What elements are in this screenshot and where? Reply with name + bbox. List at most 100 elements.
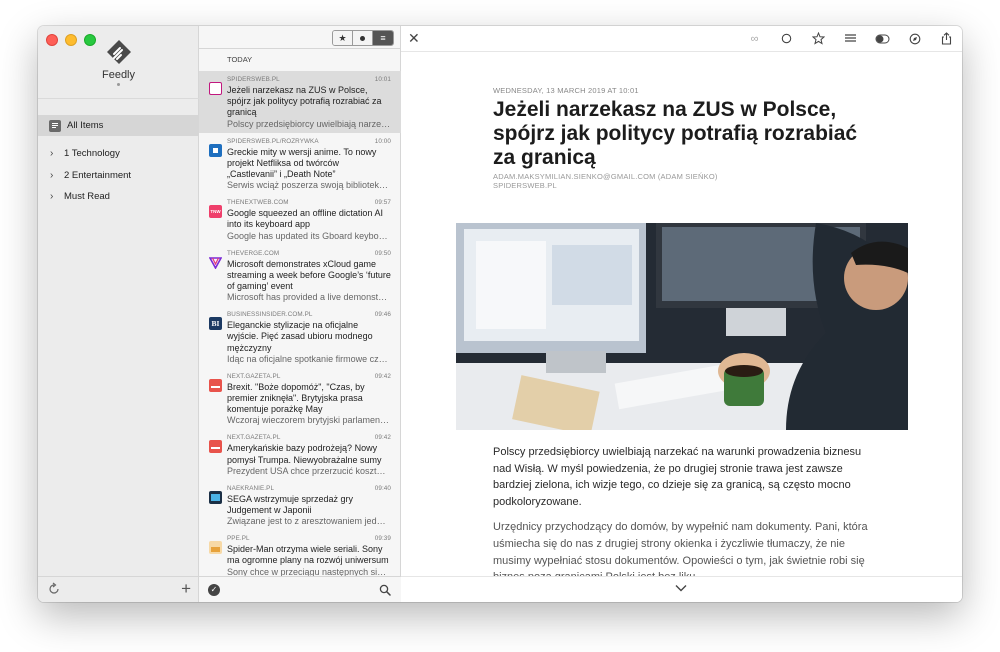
section-header: TODAY xyxy=(227,55,253,64)
article-source: NEXT.GAZETA.PL xyxy=(227,372,281,380)
add-feed-icon[interactable]: + xyxy=(181,580,191,597)
article-item[interactable]: NEXT.GAZETA.PL 09:42 Brexit. "Boże dopomó… xyxy=(199,368,401,430)
article-source: BUSINESSINSIDER.COM.PL xyxy=(227,311,313,319)
list-footer: ✓ xyxy=(199,576,401,602)
article-list-pane: ★ ≡ TODAY SPIDERSWEB.PL 10:01 Jeżeli narz… xyxy=(199,26,401,602)
article-time: 09:39 xyxy=(374,535,391,543)
reader-pane: ✕ ∞ WEDNESDAY, 13 MARCH 2019 AT 10:01 Je… xyxy=(401,26,962,602)
app-window: Feedly All Items › 1 Technology › 2 Ente… xyxy=(38,26,962,602)
ppe-source-icon xyxy=(209,541,222,555)
sidebar-item-must-read[interactable]: › Must Read xyxy=(38,186,199,207)
article-author[interactable]: ADAM.MAKSYMILIAN.SIENKO@GMAIL.COM (ADAM … xyxy=(493,172,718,181)
reader-footer xyxy=(401,576,962,602)
all-filter-button[interactable]: ≡ xyxy=(373,31,393,45)
thenextweb-source-icon: TNW xyxy=(209,205,222,219)
article-snippet: Google has updated its Gboard keybo… xyxy=(227,230,388,241)
chevron-right-icon[interactable]: › xyxy=(50,191,58,202)
article-list: SPIDERSWEB.PL 10:01 Jeżeli narzekasz na Z… xyxy=(199,71,401,581)
article-source: THEVERGE.COM xyxy=(227,249,280,257)
circle-icon[interactable] xyxy=(777,30,796,47)
divider xyxy=(401,51,962,52)
dot-icon xyxy=(360,35,365,41)
article-date: WEDNESDAY, 13 MARCH 2019 AT 10:01 xyxy=(493,86,639,95)
chevron-down-icon[interactable] xyxy=(675,583,687,593)
sidebar-item-label: 2 Entertainment xyxy=(64,170,132,181)
article-title: SEGA wstrzymuje sprzedaż gry Judgement w… xyxy=(227,493,354,516)
sidebar-item-all-items[interactable]: All Items xyxy=(38,115,199,136)
article-time: 09:40 xyxy=(374,484,391,492)
article-item[interactable]: SPIDERSWEB.PL 10:01 Jeżeli narzekasz na Z… xyxy=(199,71,401,133)
star-icon[interactable] xyxy=(809,30,828,47)
article-item[interactable]: NAEKRANIE.PL 09:40 SEGA wstrzymuje sprzed… xyxy=(199,480,401,530)
article-title: Spider-Man otrzyma wiele seriali. Sony m… xyxy=(227,544,389,566)
sidebar-item-label: Must Read xyxy=(64,191,110,202)
article-source: NAEKRANIE.PL xyxy=(227,484,275,492)
article-title: Jeżeli narzekasz na ZUS w Polsce, spójrz… xyxy=(227,85,382,118)
article-time: 09:46 xyxy=(374,311,391,319)
article-snippet: Serwis wciąż poszerza swoją bibliotek… xyxy=(227,180,389,191)
article-snippet: Polscy przedsiębiorcy uwielbiają narzeka… xyxy=(227,118,391,129)
star-filter-button[interactable]: ★ xyxy=(333,31,353,45)
article-hero-image xyxy=(456,223,908,430)
article-snippet: Wczoraj wieczorem brytyjski parlamen… xyxy=(227,415,390,426)
sidebar-item-label: 1 Technology xyxy=(64,148,120,159)
list-icon[interactable] xyxy=(841,30,860,47)
app-name: Feedly xyxy=(101,69,136,81)
status-dot xyxy=(117,83,120,86)
article-title: Amerykańskie bazy podrożeją? Nowy pomysł… xyxy=(227,443,382,465)
article-snippet: Prezydent USA chce przerzucić koszt… xyxy=(227,465,386,476)
sidebar-item-label: All Items xyxy=(67,120,104,131)
article-source: PPE.PL xyxy=(227,535,250,543)
article-item[interactable]: TNW THENEXTWEB.COM 09:57 Google squeezed … xyxy=(199,194,401,244)
toggle-icon[interactable] xyxy=(873,30,892,47)
article-item[interactable]: BI BUSINESSINSIDER.COM.PL 09:46 Elegancki… xyxy=(199,306,401,368)
gazeta-source-icon xyxy=(209,440,222,454)
article-time: 09:42 xyxy=(374,372,391,380)
article-title: Greckie mity w wersji anime. To nowy pro… xyxy=(227,146,377,180)
reader-toolbar: ∞ xyxy=(745,30,956,47)
sidebar-item-technology[interactable]: › 1 Technology xyxy=(38,143,199,164)
sidebar: Feedly All Items › 1 Technology › 2 Ente… xyxy=(38,26,199,602)
chevron-right-icon[interactable]: › xyxy=(50,148,58,159)
article-time: 10:00 xyxy=(374,137,391,145)
sidebar-footer: + xyxy=(38,576,199,602)
refresh-icon[interactable] xyxy=(47,582,61,596)
article-snippet: Związane jest to z aresztowaniem jed… xyxy=(227,516,386,527)
article-item[interactable]: NEXT.GAZETA.PL 09:42 Amerykańskie bazy po… xyxy=(199,429,401,479)
article-time: 09:42 xyxy=(374,434,391,442)
article-heading: Jeżeli narzekasz na ZUS w Polsce, spójrz… xyxy=(493,98,858,169)
article-snippet: Microsoft has provided a live demonst… xyxy=(227,292,388,303)
unread-filter-button[interactable] xyxy=(353,31,373,45)
brand: Feedly xyxy=(38,38,199,86)
compass-icon[interactable] xyxy=(905,30,924,47)
feedly-logo-icon xyxy=(106,40,131,64)
sidebar-item-entertainment[interactable]: › 2 Entertainment xyxy=(38,165,199,186)
businessinsider-source-icon: BI xyxy=(209,317,222,331)
search-icon[interactable] xyxy=(379,584,391,596)
article-paragraph: Polscy przedsiębiorcy uwielbiają narzeka… xyxy=(493,446,862,508)
share-icon[interactable] xyxy=(937,30,956,47)
article-title: Eleganckie stylizacje na oficjalne wyjśc… xyxy=(227,320,373,353)
article-item[interactable]: SPIDERSWEB.PL/ROZRYWKA 10:00 Greckie mity… xyxy=(199,133,401,195)
article-time: 10:01 xyxy=(374,76,391,83)
divider xyxy=(199,48,401,49)
article-site[interactable]: SPIDERSWEB.PL xyxy=(493,181,557,190)
article-source: NEXT.GAZETA.PL xyxy=(227,434,281,442)
article-snippet: Idąc na oficjalne spotkanie firmowe cz… xyxy=(227,353,388,364)
article-time: 09:57 xyxy=(374,199,391,207)
article-source: SPIDERSWEB.PL xyxy=(227,76,280,83)
chevron-right-icon[interactable]: › xyxy=(50,170,58,181)
link-icon[interactable]: ∞ xyxy=(745,30,764,47)
article-title: Brexit. "Boże dopomóż", "Czas, by premie… xyxy=(227,381,365,415)
close-article-icon[interactable]: ✕ xyxy=(408,31,420,45)
article-body: Polscy przedsiębiorcy uwielbiają narzeka… xyxy=(493,444,878,595)
gazeta-source-icon xyxy=(209,378,222,392)
article-source: SPIDERSWEB.PL/ROZRYWKA xyxy=(227,137,319,145)
article-item[interactable]: PPE.PL 09:39 Spider-Man otrzyma wiele ser… xyxy=(199,530,401,580)
article-time: 09:50 xyxy=(374,249,391,257)
article-item[interactable]: THEVERGE.COM 09:50 Microsoft demonstrates… xyxy=(199,245,401,307)
theverge-source-icon xyxy=(209,256,222,269)
spidersweb-source-icon xyxy=(209,82,222,95)
mark-all-read-icon[interactable]: ✓ xyxy=(208,584,220,596)
article-title: Microsoft demonstrates xCloud game strea… xyxy=(227,258,391,292)
